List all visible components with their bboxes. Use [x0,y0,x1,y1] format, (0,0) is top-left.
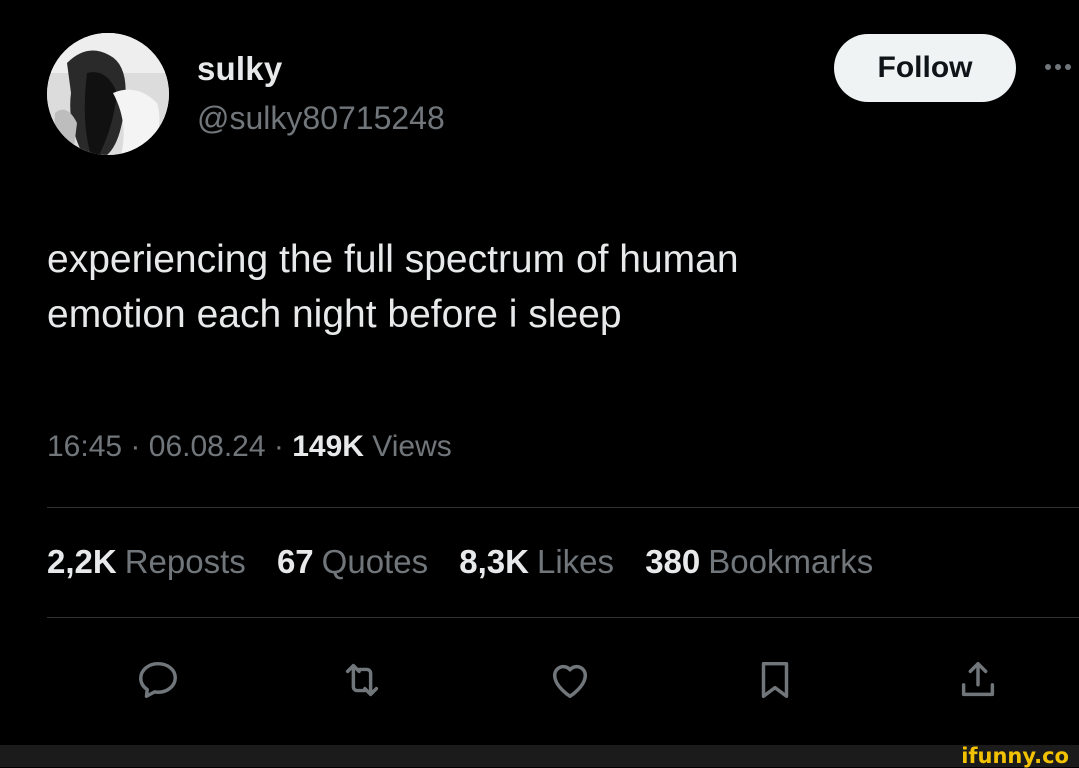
stat-count: 380 [645,543,701,580]
stat-label: Bookmarks [708,543,874,580]
avatar-image [47,33,169,155]
tweet-time[interactable]: 16:45 [47,430,122,463]
tweet-text-line-2: emotion each night before i sleep [47,293,622,336]
bookmark-icon [761,661,789,699]
follow-button[interactable]: Follow [834,34,1016,102]
tweet-meta: 16:45 · 06.08.24 · 149K Views [47,430,452,464]
tweet-card: sulky @sulky80715248 Follow experiencing… [0,0,1079,745]
author-handle[interactable]: @sulky80715248 [197,100,445,137]
action-bar [0,650,1079,720]
tweet-date[interactable]: 06.08.24 [149,430,266,463]
watermark-logo: ifunny.co [961,744,1069,768]
footer-bar: ifunny.co [0,745,1079,767]
views-count: 149K [292,430,364,463]
stat-label: Likes [536,543,615,580]
share-button[interactable] [948,650,1008,710]
like-button[interactable] [540,650,600,710]
stat-bookmarks[interactable]: 380 Bookmarks [645,543,873,580]
stat-likes[interactable]: 8,3K Likes [459,543,614,580]
meta-separator: · [130,430,141,463]
share-icon [961,661,995,697]
stat-count: 8,3K [459,543,529,580]
meta-separator: · [273,430,284,463]
more-options-icon[interactable] [1040,52,1079,82]
stat-label: Reposts [124,543,246,580]
repost-icon [345,663,379,697]
stat-label: Quotes [321,543,429,580]
divider [47,617,1079,618]
tweet-text: experiencing the full spectrum of human … [47,232,1027,342]
bookmark-button[interactable] [745,650,805,710]
stat-reposts[interactable]: 2,2K Reposts [47,543,246,580]
repost-button[interactable] [332,650,392,710]
stat-quotes[interactable]: 67 Quotes [277,543,428,580]
reply-icon [139,661,177,699]
tweet-text-line-1: experiencing the full spectrum of human [47,238,739,281]
avatar[interactable] [47,33,169,155]
engagement-stats: 2,2K Reposts 67 Quotes 8,3K Likes 380 Bookma… [47,543,895,581]
author-name[interactable]: sulky [197,50,282,88]
heart-icon [552,664,588,699]
stat-count: 67 [276,543,314,580]
stat-count: 2,2K [47,543,117,580]
divider [47,507,1079,508]
reply-button[interactable] [128,650,188,710]
views-label: Views [372,430,452,463]
